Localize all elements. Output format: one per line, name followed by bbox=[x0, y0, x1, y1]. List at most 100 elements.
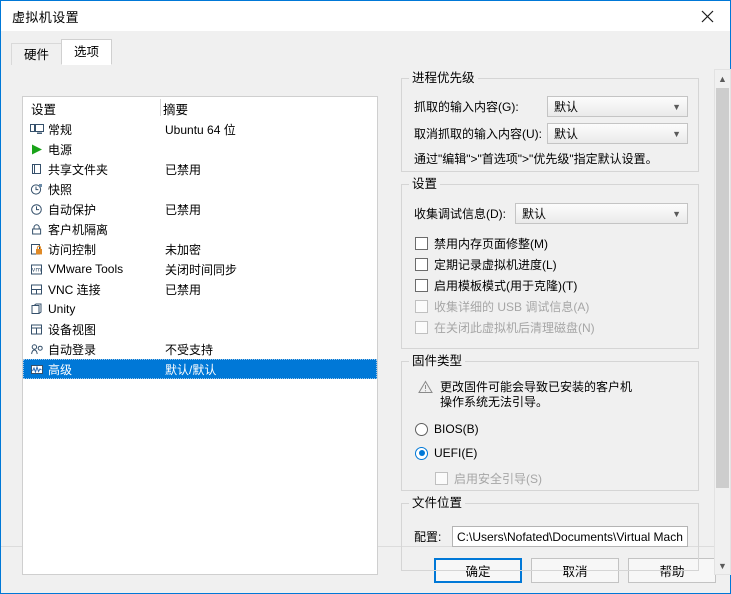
list-item-label: 访问控制 bbox=[48, 242, 97, 257]
list-item-snapshot[interactable]: 快照 bbox=[23, 179, 377, 199]
window-title: 虚拟机设置 bbox=[12, 9, 80, 25]
checkbox-disable-memory-trim[interactable]: 禁用内存页面修整(M) bbox=[415, 235, 548, 252]
list-item-shared-folders[interactable]: 共享文件夹 已禁用 bbox=[23, 159, 377, 179]
field-config-path: 配置: bbox=[414, 528, 441, 545]
config-path-input[interactable]: C:\Users\Nofated\Documents\Virtual Mach bbox=[452, 526, 688, 547]
lock-icon bbox=[30, 221, 47, 237]
list-item-summary: 未加密 bbox=[165, 242, 202, 257]
list-item-vnc[interactable]: VNC 连接 已禁用 bbox=[23, 279, 377, 299]
tab-hardware[interactable]: 硬件 bbox=[11, 43, 63, 65]
checkbox-label: 定期记录虚拟机进度(L) bbox=[434, 258, 557, 272]
title-bar: 虚拟机设置 bbox=[1, 1, 730, 31]
list-item-summary: 已禁用 bbox=[165, 162, 202, 177]
advanced-icon bbox=[30, 361, 47, 377]
checkbox-box bbox=[415, 237, 428, 250]
firmware-warning-text: 更改固件可能会导致已安装的客户机 操作系统无法引导。 bbox=[440, 380, 632, 410]
list-item-label: VMware Tools bbox=[48, 262, 124, 276]
debug-info-value: 默认 bbox=[522, 207, 547, 221]
group-title-process-priority: 进程优先级 bbox=[409, 71, 478, 85]
field-grab-input: 抓取的输入内容(G): bbox=[414, 98, 519, 115]
list-item-label: 共享文件夹 bbox=[48, 162, 109, 177]
list-item-label: Unity bbox=[48, 302, 76, 316]
monitor-icon bbox=[30, 121, 47, 137]
list-item-autoprotect[interactable]: 自动保护 已禁用 bbox=[23, 199, 377, 219]
autoprotect-icon bbox=[30, 201, 47, 217]
list-item-label: 自动登录 bbox=[48, 342, 97, 357]
chevron-down-icon: ▼ bbox=[718, 560, 727, 571]
debug-info-dropdown[interactable]: 默认 ▼ bbox=[515, 203, 688, 224]
options-panel: 进程优先级 抓取的输入内容(G): 默认 ▼ 取消抓取的输入内容(U): 默认 … bbox=[393, 69, 714, 575]
list-item-guest-isolation[interactable]: 客户机隔离 bbox=[23, 219, 377, 239]
firmware-warning-line2: 操作系统无法引导。 bbox=[440, 395, 549, 409]
radio-bios[interactable]: BIOS(B) bbox=[415, 422, 479, 436]
list-item-advanced[interactable]: 高级 默认/默认 bbox=[23, 359, 377, 379]
config-path-value: C:\Users\Nofated\Documents\Virtual Mach bbox=[457, 529, 683, 544]
scrollbar-down-arrow[interactable]: ▼ bbox=[715, 557, 730, 574]
checkbox-secure-boot: 启用安全引导(S) bbox=[435, 470, 542, 487]
debug-info-label: 收集调试信息(D): bbox=[414, 207, 506, 221]
tab-strip: 硬件 选项 bbox=[11, 39, 113, 65]
firmware-warning-line1: 更改固件可能会导致已安装的客户机 bbox=[440, 380, 633, 394]
column-header-settings: 设置 bbox=[31, 102, 57, 117]
list-item-general[interactable]: 常规 Ubuntu 64 位 bbox=[23, 119, 377, 139]
tab-options[interactable]: 选项 bbox=[61, 39, 113, 65]
checkbox-label: 启用模板模式(用于克隆)(T) bbox=[434, 279, 578, 293]
list-item-device-view[interactable]: 设备视图 bbox=[23, 319, 377, 339]
power-play-icon bbox=[30, 141, 47, 157]
unity-icon bbox=[30, 301, 47, 317]
settings-list[interactable]: 设置 摘要 常规 Ubuntu 64 位 电源 共享文件夹 已禁用 快照 自动保… bbox=[22, 96, 378, 575]
ungrab-input-value: 默认 bbox=[554, 127, 579, 141]
list-item-summary: Ubuntu 64 位 bbox=[165, 122, 236, 137]
list-item-label: 自动保护 bbox=[48, 202, 97, 217]
vm-settings-dialog: 虚拟机设置 硬件 选项 设置 摘要 常规 Ubuntu 64 位 电源 共享文件… bbox=[0, 0, 731, 594]
list-item-label: 高级 bbox=[48, 362, 73, 377]
radio-label: UEFI(E) bbox=[434, 446, 478, 460]
radio-circle bbox=[415, 446, 428, 460]
group-title-settings: 设置 bbox=[409, 177, 441, 191]
checkbox-box bbox=[415, 279, 428, 292]
chevron-up-icon: ▲ bbox=[718, 73, 727, 84]
radio-label: BIOS(B) bbox=[434, 422, 479, 436]
field-ungrab-input: 取消抓取的输入内容(U): bbox=[414, 125, 542, 142]
list-item-power[interactable]: 电源 bbox=[23, 139, 377, 159]
group-process-priority: 进程优先级 抓取的输入内容(G): 默认 ▼ 取消抓取的输入内容(U): 默认 … bbox=[401, 71, 699, 172]
checkbox-template-mode[interactable]: 启用模板模式(用于克隆)(T) bbox=[415, 277, 577, 294]
shared-folder-icon bbox=[30, 161, 47, 177]
autologon-icon bbox=[30, 341, 47, 357]
list-item-access-control[interactable]: 访问控制 未加密 bbox=[23, 239, 377, 259]
scrollbar-up-arrow[interactable]: ▲ bbox=[715, 70, 730, 87]
column-header-summary: 摘要 bbox=[163, 102, 189, 117]
list-item-label: 常规 bbox=[48, 122, 73, 137]
checkbox-label: 收集详细的 USB 调试信息(A) bbox=[434, 300, 590, 314]
close-button[interactable] bbox=[685, 1, 730, 31]
ungrab-input-dropdown[interactable]: 默认 ▼ bbox=[547, 123, 688, 144]
tab-panel-options: 设置 摘要 常规 Ubuntu 64 位 电源 共享文件夹 已禁用 快照 自动保… bbox=[11, 64, 731, 576]
list-item-label: 电源 bbox=[48, 142, 73, 157]
list-item-summary: 已禁用 bbox=[165, 202, 202, 217]
column-divider bbox=[160, 99, 161, 116]
checkbox-usb-debug-info: 收集详细的 USB 调试信息(A) bbox=[415, 298, 589, 315]
device-view-icon bbox=[30, 321, 47, 337]
grab-input-dropdown[interactable]: 默认 ▼ bbox=[547, 96, 688, 117]
scrollbar-thumb[interactable] bbox=[716, 88, 729, 488]
list-item-summary: 关闭时间同步 bbox=[165, 262, 238, 277]
radio-uefi[interactable]: UEFI(E) bbox=[415, 446, 477, 460]
options-scrollbar[interactable]: ▲ ▼ bbox=[714, 69, 731, 575]
firmware-warning: 更改固件可能会导致已安装的客户机 操作系统无法引导。 bbox=[418, 380, 632, 410]
access-control-icon bbox=[30, 241, 47, 257]
checkbox-box bbox=[415, 258, 428, 271]
list-item-unity[interactable]: Unity bbox=[23, 299, 377, 319]
list-item-vmware-tools[interactable]: vm VMware Tools 关闭时间同步 bbox=[23, 259, 377, 279]
dialog-content: 硬件 选项 设置 摘要 常规 Ubuntu 64 位 电源 共享文件夹 已禁用 … bbox=[1, 31, 731, 575]
priority-hint-text: 通过"编辑">"首选项">"优先级"指定默认设置。 bbox=[414, 152, 658, 166]
warning-triangle-icon bbox=[418, 380, 433, 397]
chevron-down-icon: ▼ bbox=[672, 128, 681, 139]
group-file-location: 文件位置 配置: C:\Users\Nofated\Documents\Virt… bbox=[401, 496, 699, 571]
group-title-firmware-type: 固件类型 bbox=[409, 354, 466, 368]
list-item-autologon[interactable]: 自动登录 不受支持 bbox=[23, 339, 377, 359]
snapshot-icon bbox=[30, 181, 47, 197]
grab-input-label: 抓取的输入内容(G): bbox=[414, 100, 519, 114]
svg-text:vm: vm bbox=[32, 266, 42, 273]
checkbox-log-progress[interactable]: 定期记录虚拟机进度(L) bbox=[415, 256, 557, 273]
checkbox-box bbox=[435, 472, 448, 485]
